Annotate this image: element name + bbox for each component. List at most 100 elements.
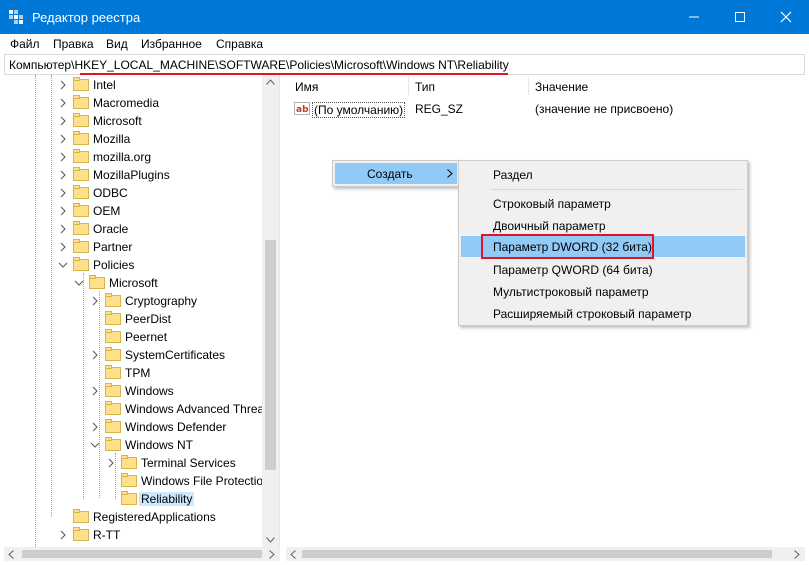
menu-item-string-value[interactable]: Строковый параметр — [461, 193, 745, 214]
close-button[interactable] — [763, 0, 809, 34]
folder-icon — [73, 185, 89, 199]
maximize-icon — [735, 12, 745, 22]
tree-item-label: Oracle — [93, 222, 129, 236]
maximize-button[interactable] — [717, 0, 763, 34]
folder-icon — [121, 491, 137, 505]
chevron-down-icon[interactable] — [73, 275, 85, 291]
menu-item-create-label: Создать — [367, 167, 413, 181]
chevron-right-icon[interactable] — [57, 221, 69, 237]
folder-icon — [73, 77, 89, 91]
menu-item-key[interactable]: Раздел — [461, 164, 745, 185]
tree-item-label: Macromedia — [93, 96, 160, 110]
chevron-right-icon[interactable] — [57, 527, 69, 543]
values-hscroll-thumb[interactable] — [302, 550, 772, 558]
menu-item-expandable-string-value[interactable]: Расширяемый строковый параметр — [461, 303, 745, 324]
tree-item-label: Windows NT — [125, 438, 194, 452]
menu-help[interactable]: Справка — [216, 37, 263, 51]
chevron-right-icon[interactable] — [105, 455, 117, 471]
tree-hscroll-thumb[interactable] — [22, 550, 262, 558]
chevron-right-icon[interactable] — [57, 149, 69, 165]
menu-item-label: Расширяемый строковый параметр — [493, 307, 692, 321]
title-bar: Редактор реестра — [0, 0, 809, 34]
chevron-right-icon[interactable] — [89, 293, 101, 309]
registry-editor-icon — [8, 9, 24, 25]
tree-item-label: OEM — [93, 204, 121, 218]
minimize-icon — [689, 16, 699, 18]
folder-open-icon — [89, 275, 105, 289]
scroll-up-icon[interactable] — [266, 79, 275, 85]
menu-item-binary-value[interactable]: Двоичный параметр — [461, 215, 745, 236]
tree-vertical-scrollbar[interactable] — [262, 75, 279, 547]
value-row[interactable]: ab (По умолчанию) REG_SZ (значение не пр… — [294, 100, 794, 118]
menu-item-label: Параметр QWORD (64 бита) — [493, 263, 653, 277]
chevron-right-icon[interactable] — [57, 77, 69, 93]
tree-item-label: Reliability — [139, 492, 195, 506]
address-path: Компьютер\HKEY_LOCAL_MACHINE\SOFTWARE\Po… — [9, 58, 509, 72]
menu-favorites[interactable]: Избранное — [141, 37, 202, 51]
chevron-right-icon[interactable] — [57, 239, 69, 255]
menu-item-multi-string-value[interactable]: Мультистроковый параметр — [461, 281, 745, 302]
values-horizontal-scrollbar[interactable] — [286, 547, 805, 561]
chevron-right-icon[interactable] — [57, 203, 69, 219]
chevron-right-icon[interactable] — [89, 347, 101, 363]
tree-item-label: Terminal Services — [141, 456, 236, 470]
chevron-right-icon[interactable] — [57, 185, 69, 201]
chevron-right-icon[interactable] — [57, 131, 69, 147]
tree-scroll-thumb[interactable] — [265, 240, 276, 470]
address-bar[interactable]: Компьютер\HKEY_LOCAL_MACHINE\SOFTWARE\Po… — [4, 54, 805, 75]
folder-icon — [105, 419, 121, 433]
scroll-right-icon[interactable] — [794, 550, 800, 559]
chevron-right-icon[interactable] — [57, 113, 69, 129]
tree-guide-line — [35, 75, 36, 547]
folder-icon — [73, 149, 89, 163]
column-header-value[interactable]: Значение — [535, 80, 588, 94]
chevron-down-icon[interactable] — [57, 257, 69, 273]
tree-guide-line — [83, 273, 84, 499]
chevron-down-icon[interactable] — [89, 437, 101, 453]
tree-horizontal-scrollbar[interactable] — [4, 547, 280, 561]
scroll-left-icon[interactable] — [290, 550, 296, 559]
tree-item-label: Intel — [93, 78, 116, 92]
tree-item-label: Windows — [125, 384, 174, 398]
registry-tree: Intel Macromedia Microsoft Mozilla mozil… — [4, 75, 280, 547]
column-header-name[interactable]: Имя — [295, 80, 318, 94]
folder-icon — [73, 221, 89, 235]
menu-item-label: Двоичный параметр — [493, 219, 606, 233]
folder-icon — [73, 167, 89, 181]
menu-bar: Файл Правка Вид Избранное Справка — [0, 34, 809, 54]
chevron-right-icon[interactable] — [57, 95, 69, 111]
annotation-highlight-box — [481, 234, 654, 259]
menu-item-create[interactable]: Создать — [335, 163, 457, 184]
tree-item-label: MozillaPlugins — [93, 168, 170, 182]
submenu-arrow-icon — [447, 169, 453, 178]
tree-item-label: Partner — [93, 240, 133, 254]
value-type: REG_SZ — [415, 102, 464, 116]
string-value-icon: ab — [294, 100, 310, 119]
chevron-right-icon[interactable] — [57, 167, 69, 183]
scroll-right-icon[interactable] — [269, 550, 275, 559]
scroll-left-icon[interactable] — [8, 550, 14, 559]
folder-icon — [121, 473, 137, 487]
menu-file[interactable]: Файл — [10, 37, 40, 51]
folder-icon — [105, 401, 121, 415]
menu-view[interactable]: Вид — [106, 37, 128, 51]
svg-text:ab: ab — [296, 105, 309, 115]
column-separator[interactable] — [408, 77, 409, 95]
tree-guide-line — [51, 75, 52, 517]
minimize-button[interactable] — [671, 0, 717, 34]
tree-item-label: RegisteredApplications — [93, 510, 216, 524]
chevron-right-icon[interactable] — [89, 419, 101, 435]
scroll-down-icon[interactable] — [266, 537, 275, 543]
folder-icon — [105, 347, 121, 361]
column-separator[interactable] — [528, 77, 529, 95]
menu-item-label: Раздел — [493, 168, 533, 182]
column-header-type[interactable]: Тип — [415, 80, 435, 94]
tree-item-label: TPM — [125, 366, 151, 380]
folder-icon — [73, 239, 89, 253]
window-title: Редактор реестра — [32, 10, 141, 25]
folder-open-icon — [73, 257, 89, 271]
tree-item-label: Microsoft — [93, 114, 142, 128]
chevron-right-icon[interactable] — [89, 383, 101, 399]
menu-edit[interactable]: Правка — [53, 37, 94, 51]
menu-item-qword-value[interactable]: Параметр QWORD (64 бита) — [461, 259, 745, 280]
